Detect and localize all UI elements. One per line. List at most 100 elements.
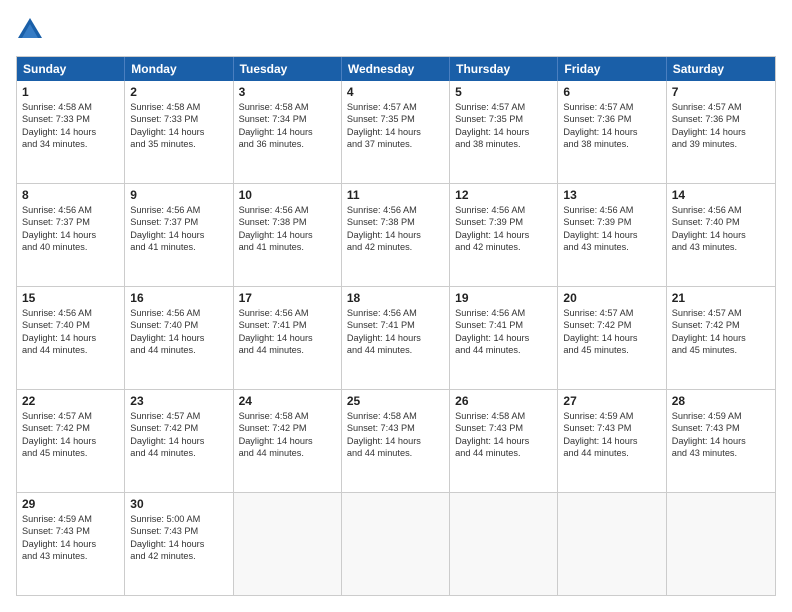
cell-info-line: Sunset: 7:36 PM [672,113,770,125]
cell-info-line: Sunrise: 4:57 AM [672,307,770,319]
cell-info-line: Sunset: 7:42 PM [563,319,660,331]
day-number: 26 [455,394,552,408]
cell-info-line: Sunset: 7:40 PM [672,216,770,228]
cell-info-line: and 43 minutes. [563,241,660,253]
cell-info-line: Sunset: 7:33 PM [22,113,119,125]
day-number: 2 [130,85,227,99]
header-tuesday: Tuesday [234,57,342,81]
cell-info-line: Daylight: 14 hours [672,126,770,138]
cell-info-line: Daylight: 14 hours [130,538,227,550]
cell-info-line: Sunset: 7:41 PM [455,319,552,331]
cell-info-line: Sunset: 7:41 PM [239,319,336,331]
cell-info-line: and 43 minutes. [672,447,770,459]
cell-info-line: and 40 minutes. [22,241,119,253]
cell-info-line: Daylight: 14 hours [22,435,119,447]
cell-info-line: Daylight: 14 hours [347,435,444,447]
cell-info-line: Daylight: 14 hours [672,435,770,447]
cell-info-line: Sunrise: 5:00 AM [130,513,227,525]
cell-info-line: Daylight: 14 hours [563,229,660,241]
cell-info-line: and 44 minutes. [22,344,119,356]
cell-info-line: Sunset: 7:39 PM [563,216,660,228]
cell-info-line: and 44 minutes. [239,344,336,356]
day-number: 3 [239,85,336,99]
cell-info-line: Sunset: 7:39 PM [455,216,552,228]
cell-info-line: and 41 minutes. [239,241,336,253]
cell-info-line: Sunrise: 4:58 AM [239,101,336,113]
cell-info-line: and 44 minutes. [563,447,660,459]
cell-info-line: Sunrise: 4:58 AM [22,101,119,113]
day-number: 24 [239,394,336,408]
cal-cell-2-6: 21Sunrise: 4:57 AMSunset: 7:42 PMDayligh… [667,287,775,389]
header-thursday: Thursday [450,57,558,81]
cell-info-line: Sunrise: 4:56 AM [22,307,119,319]
cal-cell-4-4 [450,493,558,595]
header-friday: Friday [558,57,666,81]
cell-info-line: Sunrise: 4:56 AM [455,204,552,216]
cell-info-line: Sunset: 7:33 PM [130,113,227,125]
cell-info-line: Sunrise: 4:57 AM [672,101,770,113]
cal-cell-1-0: 8Sunrise: 4:56 AMSunset: 7:37 PMDaylight… [17,184,125,286]
week-row-4: 22Sunrise: 4:57 AMSunset: 7:42 PMDayligh… [17,389,775,492]
cell-info-line: Sunset: 7:43 PM [347,422,444,434]
cell-info-line: Sunrise: 4:56 AM [239,307,336,319]
cell-info-line: Sunrise: 4:56 AM [563,204,660,216]
week-row-3: 15Sunrise: 4:56 AMSunset: 7:40 PMDayligh… [17,286,775,389]
cal-cell-0-5: 6Sunrise: 4:57 AMSunset: 7:36 PMDaylight… [558,81,666,183]
day-number: 7 [672,85,770,99]
cell-info-line: Daylight: 14 hours [455,332,552,344]
cal-cell-1-2: 10Sunrise: 4:56 AMSunset: 7:38 PMDayligh… [234,184,342,286]
cell-info-line: Sunset: 7:43 PM [563,422,660,434]
cell-info-line: Daylight: 14 hours [239,435,336,447]
cell-info-line: Daylight: 14 hours [672,332,770,344]
cell-info-line: Sunset: 7:42 PM [672,319,770,331]
day-number: 30 [130,497,227,511]
cell-info-line: Sunrise: 4:57 AM [563,101,660,113]
cell-info-line: Sunset: 7:42 PM [22,422,119,434]
cal-cell-0-3: 4Sunrise: 4:57 AMSunset: 7:35 PMDaylight… [342,81,450,183]
cell-info-line: Sunset: 7:42 PM [130,422,227,434]
cell-info-line: and 45 minutes. [22,447,119,459]
day-number: 10 [239,188,336,202]
cell-info-line: and 44 minutes. [455,344,552,356]
day-number: 18 [347,291,444,305]
cal-cell-4-6 [667,493,775,595]
cell-info-line: and 44 minutes. [347,447,444,459]
cal-cell-3-1: 23Sunrise: 4:57 AMSunset: 7:42 PMDayligh… [125,390,233,492]
cell-info-line: Sunrise: 4:58 AM [239,410,336,422]
cell-info-line: Daylight: 14 hours [130,126,227,138]
cell-info-line: Sunset: 7:43 PM [130,525,227,537]
cal-cell-2-4: 19Sunrise: 4:56 AMSunset: 7:41 PMDayligh… [450,287,558,389]
cell-info-line: Sunrise: 4:57 AM [130,410,227,422]
day-number: 6 [563,85,660,99]
cal-cell-3-5: 27Sunrise: 4:59 AMSunset: 7:43 PMDayligh… [558,390,666,492]
day-number: 9 [130,188,227,202]
cal-cell-0-2: 3Sunrise: 4:58 AMSunset: 7:34 PMDaylight… [234,81,342,183]
cell-info-line: and 38 minutes. [563,138,660,150]
cell-info-line: and 45 minutes. [563,344,660,356]
cell-info-line: and 38 minutes. [455,138,552,150]
cell-info-line: Sunset: 7:43 PM [455,422,552,434]
day-number: 25 [347,394,444,408]
cell-info-line: Daylight: 14 hours [130,332,227,344]
cell-info-line: Sunrise: 4:56 AM [347,204,444,216]
day-number: 27 [563,394,660,408]
cell-info-line: and 39 minutes. [672,138,770,150]
cell-info-line: Sunset: 7:35 PM [455,113,552,125]
cell-info-line: Sunrise: 4:59 AM [672,410,770,422]
header-saturday: Saturday [667,57,775,81]
day-number: 5 [455,85,552,99]
cell-info-line: Sunrise: 4:56 AM [347,307,444,319]
cal-cell-3-2: 24Sunrise: 4:58 AMSunset: 7:42 PMDayligh… [234,390,342,492]
cell-info-line: Sunset: 7:38 PM [239,216,336,228]
cell-info-line: Sunset: 7:37 PM [130,216,227,228]
cell-info-line: Daylight: 14 hours [347,126,444,138]
cal-cell-2-0: 15Sunrise: 4:56 AMSunset: 7:40 PMDayligh… [17,287,125,389]
cell-info-line: Daylight: 14 hours [455,126,552,138]
cal-cell-1-5: 13Sunrise: 4:56 AMSunset: 7:39 PMDayligh… [558,184,666,286]
cell-info-line: Sunrise: 4:59 AM [563,410,660,422]
cell-info-line: Sunrise: 4:57 AM [22,410,119,422]
cell-info-line: Daylight: 14 hours [22,126,119,138]
week-row-5: 29Sunrise: 4:59 AMSunset: 7:43 PMDayligh… [17,492,775,595]
cal-cell-3-0: 22Sunrise: 4:57 AMSunset: 7:42 PMDayligh… [17,390,125,492]
week-row-1: 1Sunrise: 4:58 AMSunset: 7:33 PMDaylight… [17,81,775,183]
